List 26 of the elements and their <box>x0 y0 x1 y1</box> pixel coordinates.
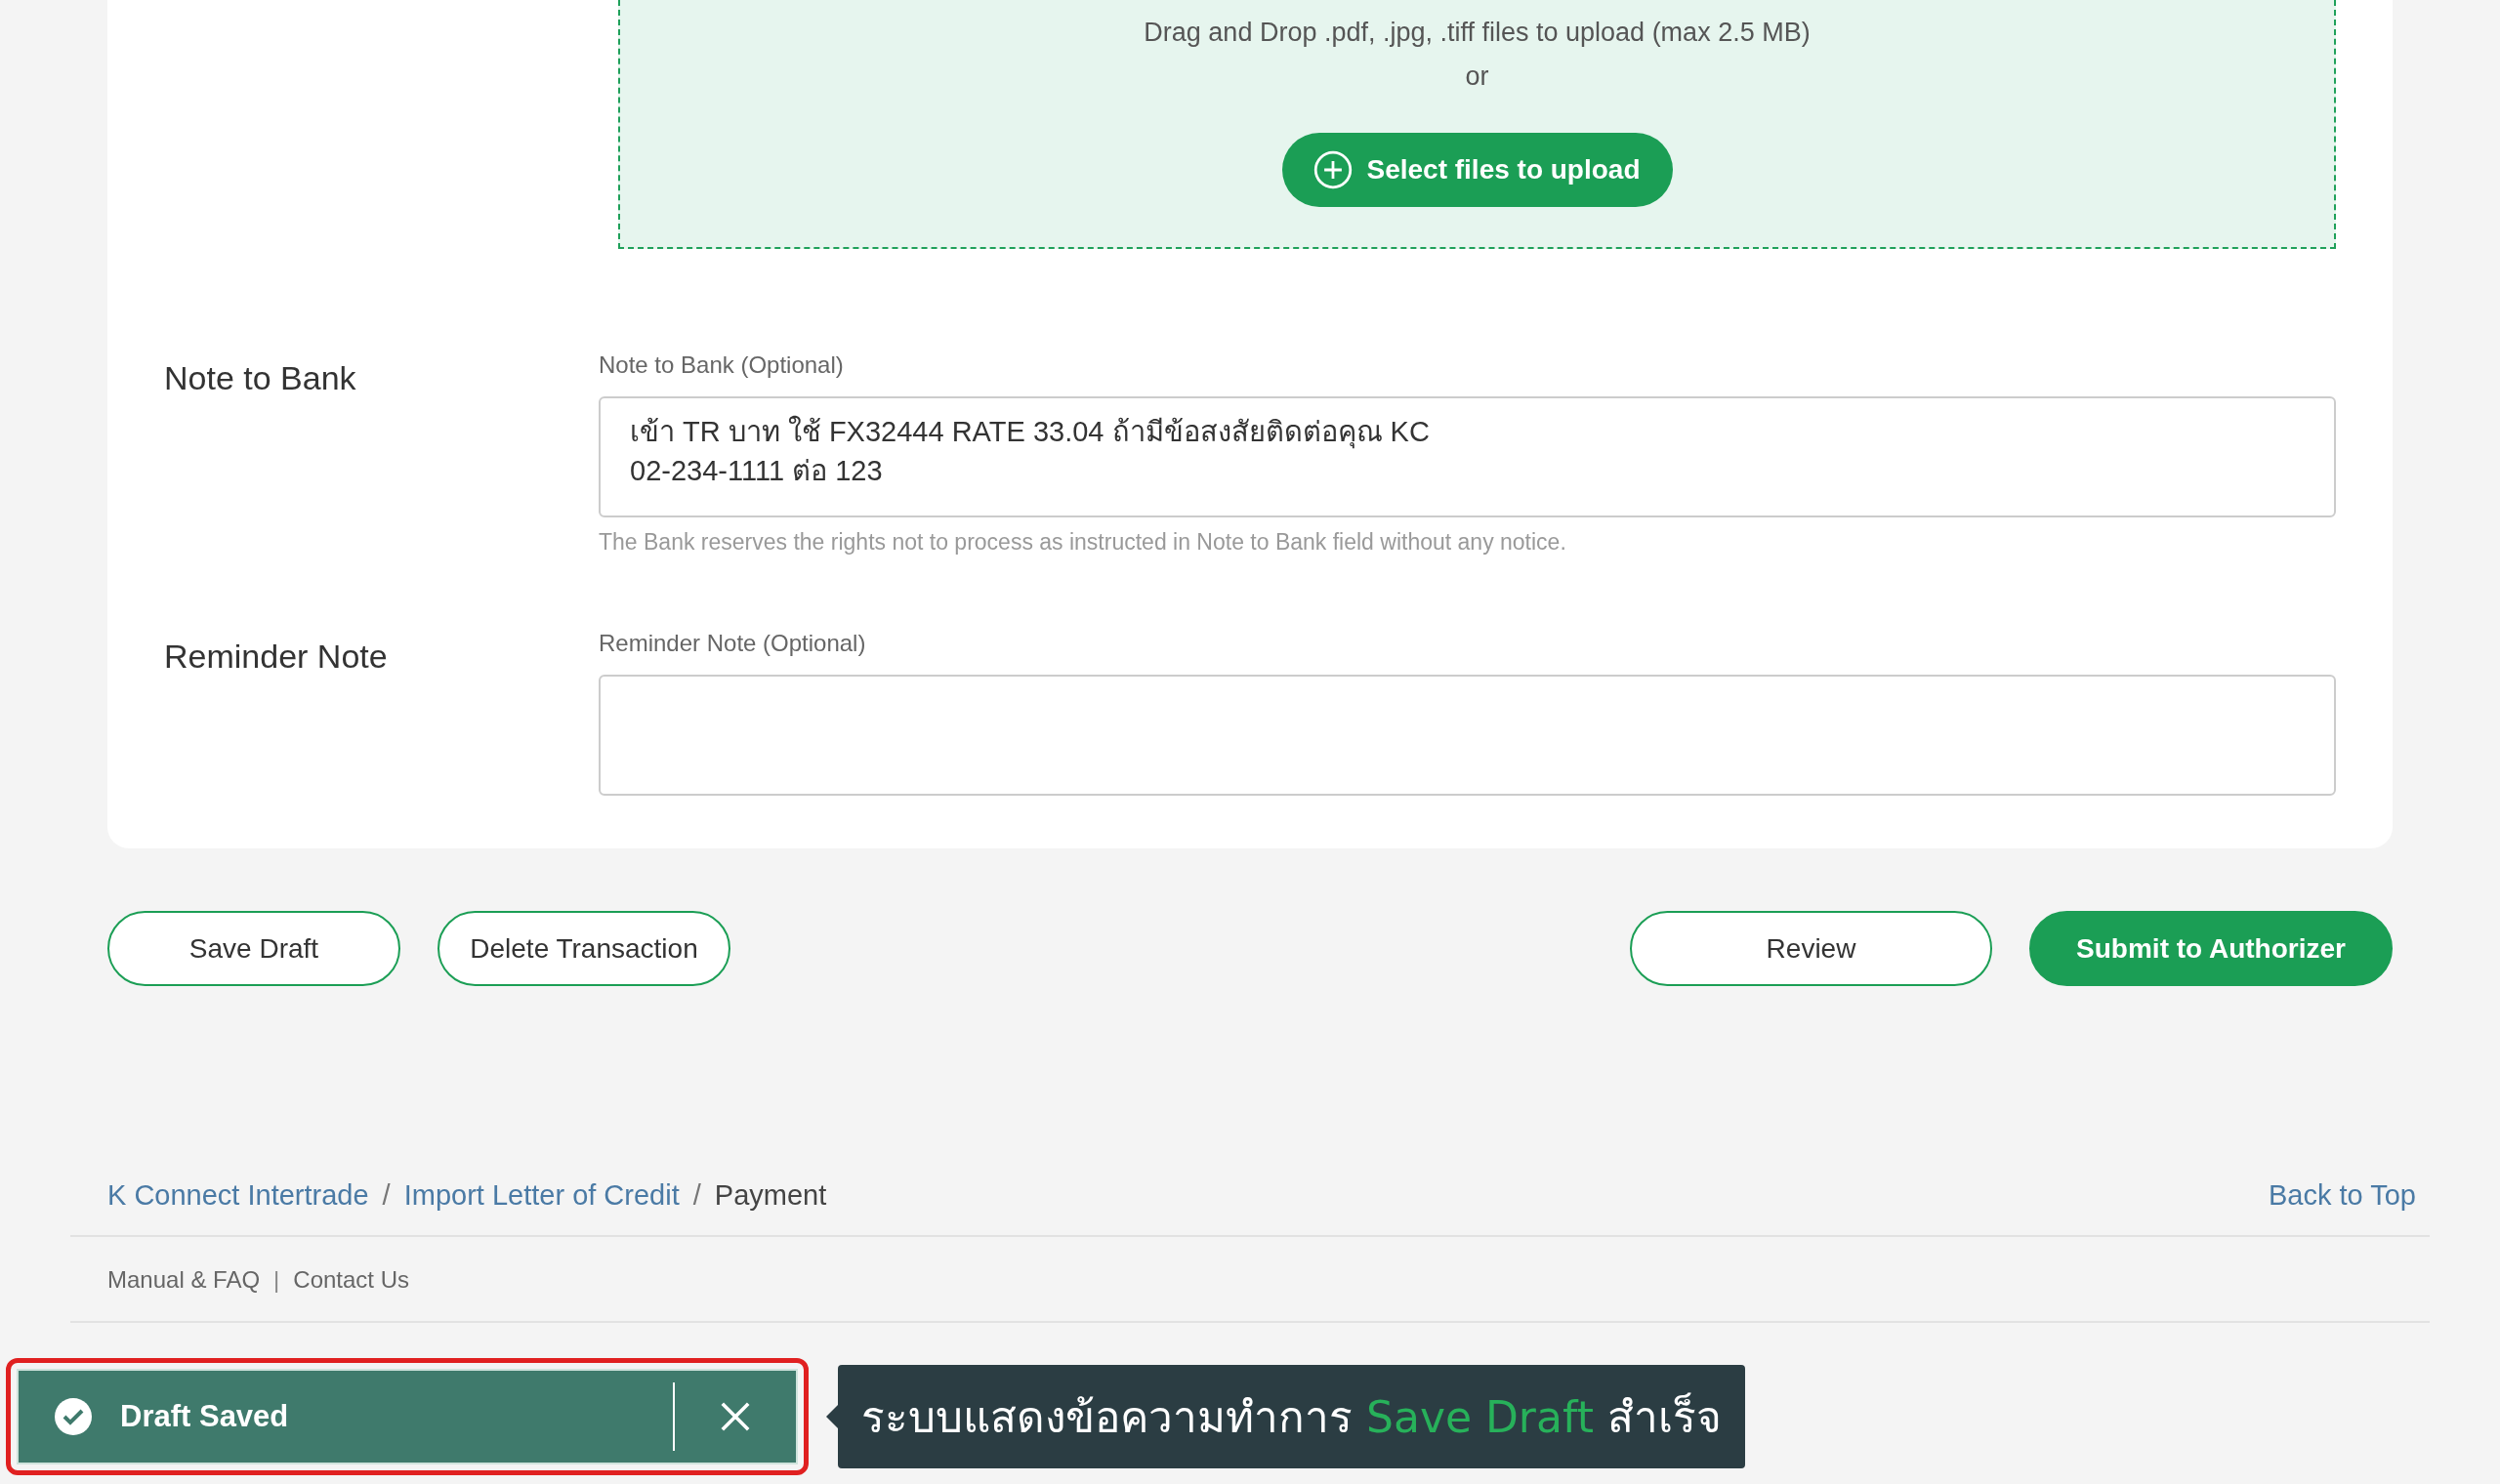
breadcrumb-link[interactable]: Import Letter of Credit <box>403 1179 680 1212</box>
help-text: The Bank reserves the rights not to process as instructed in Note to Bank field without any notice. <box>599 529 1567 556</box>
section-label: Note to Bank <box>164 358 357 398</box>
current-page-text: Payment <box>714 1179 827 1212</box>
breadcrumb-separator: / <box>692 1179 701 1212</box>
field-label: Note to Bank (Optional) <box>599 351 845 379</box>
section-label: Reminder Note <box>164 637 389 677</box>
toast-message: Draft Saved <box>120 1399 290 1434</box>
text-area[interactable]: เข้า TR บาท ใช้ FX32444 RATE 33.04 ถ้ามีข้อสงสัยติดต่อคุณ KC 02-234-1111 ต่อ 123 <box>599 396 2336 517</box>
select-files-button[interactable]: Select files to upload <box>1281 133 1673 207</box>
annotation-text: ระบบแสดงข้อความทำการ Save Draft สำเร็จ <box>861 1392 1722 1442</box>
upload-hint: Drag and Drop .pdf, .jpg, .tiff files to upload (max 2.5 MB) <box>1144 18 1811 48</box>
footer-link[interactable]: Manual & FAQ <box>107 1266 261 1294</box>
action-button[interactable]: Save Draft <box>107 911 400 986</box>
action-button[interactable]: Delete Transaction <box>438 911 730 986</box>
field-label: Reminder Note (Optional) <box>599 630 867 657</box>
footer-link[interactable]: Contact Us <box>293 1266 410 1294</box>
action-button[interactable]: Submit to Authorizer <box>2029 911 2393 986</box>
or-text: or <box>1465 62 1489 92</box>
breadcrumb-separator: / <box>382 1179 391 1212</box>
back-to-top-link[interactable]: Back to Top <box>2269 1179 2416 1212</box>
link-separator: | <box>273 1266 280 1294</box>
check-circle-icon <box>54 1397 93 1436</box>
action-button[interactable]: Review <box>1630 911 1992 986</box>
breadcrumb-link[interactable]: K Connect Intertrade <box>107 1179 369 1212</box>
plus-circle-icon <box>1313 150 1354 189</box>
